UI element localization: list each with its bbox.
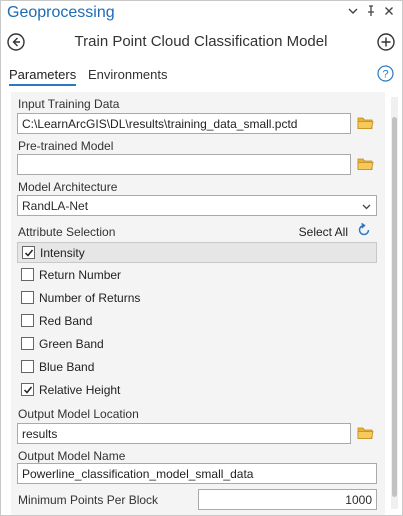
checkbox-unchecked[interactable] xyxy=(21,268,34,281)
attribute-item-red-band[interactable]: Red Band xyxy=(17,311,377,332)
model-architecture-value: RandLA-Net xyxy=(22,199,89,213)
attribute-label: Return Number xyxy=(39,268,122,282)
chevron-down-icon[interactable] xyxy=(345,5,361,21)
check-icon xyxy=(24,249,34,257)
output-model-name-field[interactable]: Powerline_classification_model_small_dat… xyxy=(17,463,377,484)
pin-icon[interactable] xyxy=(363,5,379,21)
reset-icon[interactable] xyxy=(357,222,371,237)
min-points-per-block-field[interactable]: 1000 xyxy=(198,489,377,510)
attribute-selection-label: Attribute Selection xyxy=(18,225,116,239)
tab-parameters[interactable]: Parameters xyxy=(9,67,77,86)
folder-browse-icon[interactable] xyxy=(357,116,374,130)
checkbox-checked[interactable] xyxy=(22,246,35,259)
folder-browse-icon[interactable] xyxy=(357,426,374,440)
add-circle-icon[interactable] xyxy=(376,32,396,52)
checkbox-unchecked[interactable] xyxy=(21,291,34,304)
attribute-label: Intensity xyxy=(40,246,85,260)
checkbox-checked[interactable] xyxy=(21,383,34,396)
chevron-down-icon xyxy=(362,200,371,210)
attribute-label: Blue Band xyxy=(39,360,95,374)
tool-header: Train Point Cloud Classification Model xyxy=(1,29,402,57)
help-icon[interactable]: ? xyxy=(377,65,394,82)
back-arrow-icon[interactable] xyxy=(6,32,26,52)
output-model-name-label: Output Model Name xyxy=(18,449,126,463)
attribute-item-blue-band[interactable]: Blue Band xyxy=(17,357,377,378)
geoprocessing-pane: Geoprocessing Train Point Cloud Classifi… xyxy=(0,0,403,516)
attribute-label: Relative Height xyxy=(39,383,121,397)
checkbox-unchecked[interactable] xyxy=(21,337,34,350)
vertical-scrollbar[interactable] xyxy=(391,97,398,509)
pretrained-model-field[interactable] xyxy=(17,154,351,175)
attribute-label: Green Band xyxy=(39,337,104,351)
output-model-location-field[interactable]: results xyxy=(17,423,351,444)
select-all-link[interactable]: Select All xyxy=(299,225,348,239)
attribute-item-green-band[interactable]: Green Band xyxy=(17,334,377,355)
close-icon[interactable] xyxy=(381,5,397,21)
attribute-item-relative-height[interactable]: Relative Height xyxy=(17,380,377,401)
input-training-data-label: Input Training Data xyxy=(18,97,120,111)
svg-text:?: ? xyxy=(382,69,388,81)
attribute-item-number-of-returns[interactable]: Number of Returns xyxy=(17,288,377,309)
min-points-per-block-label: Minimum Points Per Block xyxy=(18,493,159,507)
scrollbar-thumb[interactable] xyxy=(392,117,397,497)
input-training-data-field[interactable]: C:\LearnArcGIS\DL\results\training_data_… xyxy=(17,113,351,134)
pane-titlebar: Geoprocessing xyxy=(1,1,402,28)
tab-environments[interactable]: Environments xyxy=(88,67,167,82)
attribute-item-return-number[interactable]: Return Number xyxy=(17,265,377,286)
output-model-location-label: Output Model Location xyxy=(18,407,139,421)
checkbox-unchecked[interactable] xyxy=(21,360,34,373)
check-icon xyxy=(23,386,33,394)
folder-browse-icon[interactable] xyxy=(357,157,374,171)
tool-title: Train Point Cloud Classification Model xyxy=(74,33,328,50)
checkbox-unchecked[interactable] xyxy=(21,314,34,327)
pane-title: Geoprocessing xyxy=(7,4,115,21)
attribute-item-intensity[interactable]: Intensity xyxy=(17,242,377,263)
pretrained-model-label: Pre-trained Model xyxy=(18,139,114,153)
attribute-label: Number of Returns xyxy=(39,291,141,305)
attribute-label: Red Band xyxy=(39,314,93,328)
model-architecture-label: Model Architecture xyxy=(18,180,118,194)
model-architecture-dropdown[interactable]: RandLA-Net xyxy=(17,195,377,216)
tab-strip: Parameters Environments ? xyxy=(1,65,402,89)
